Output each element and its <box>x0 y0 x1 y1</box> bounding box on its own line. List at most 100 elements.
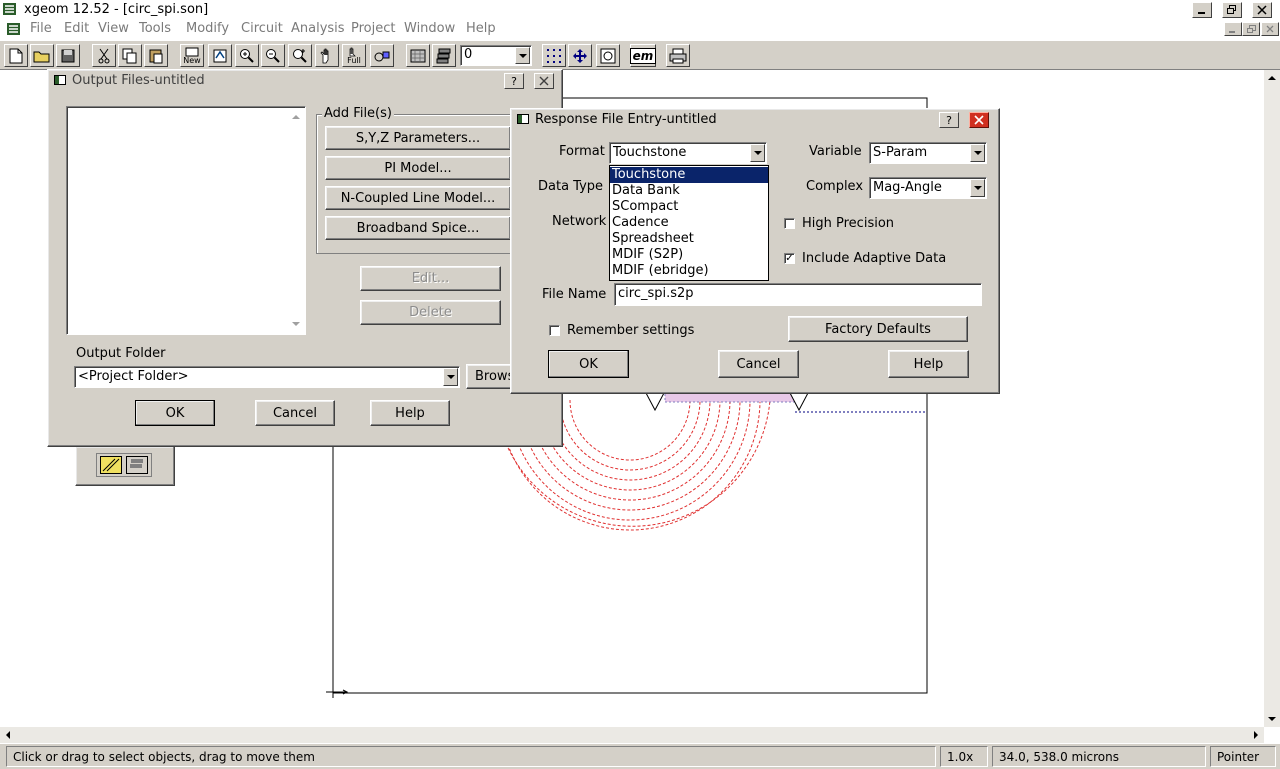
include-adaptive-checkbox[interactable]: ✓ <box>784 253 795 264</box>
save-icon[interactable] <box>56 44 80 67</box>
cut-icon[interactable] <box>92 44 116 67</box>
cells-icon[interactable] <box>370 44 394 67</box>
menu-window[interactable]: Window <box>404 21 455 36</box>
response-dialog-titlebar: Response File Entry-untitled ? <box>513 111 997 129</box>
format-option-scompact[interactable]: SCompact <box>610 199 768 215</box>
help-question-icon[interactable]: ? <box>504 73 524 89</box>
layer-fill-icon[interactable] <box>100 456 122 474</box>
layers-icon[interactable] <box>432 44 456 67</box>
output-cancel-button[interactable]: Cancel <box>255 400 335 426</box>
menu-help[interactable]: Help <box>466 21 496 36</box>
broadband-spice-button[interactable]: Broadband Spice... <box>325 216 511 240</box>
format-option-touchstone[interactable]: Touchstone <box>610 167 768 183</box>
factory-defaults-button[interactable]: Factory Defaults <box>788 316 968 342</box>
pi-model-button[interactable]: PI Model... <box>325 156 511 180</box>
format-option-spreadsheet[interactable]: Spreadsheet <box>610 231 768 247</box>
pan-hand-icon[interactable] <box>315 44 339 67</box>
grid-dots-icon[interactable] <box>542 44 566 67</box>
dialog-icon <box>54 75 66 85</box>
new-view-icon[interactable]: New <box>180 44 204 67</box>
menu-view[interactable]: View <box>98 21 129 36</box>
scroll-up-icon[interactable] <box>1264 70 1280 86</box>
complex-select[interactable]: Mag-Angle <box>869 177 987 199</box>
menu-file[interactable]: File <box>30 21 52 36</box>
mdi-minimize-icon[interactable] <box>1224 22 1242 36</box>
output-folder-select[interactable]: <Project Folder> <box>74 366 460 388</box>
grid-icon[interactable] <box>406 44 430 67</box>
mdi-close-icon[interactable] <box>1261 22 1279 36</box>
high-precision-label: High Precision <box>802 216 895 231</box>
document-icon[interactable] <box>6 21 22 37</box>
output-help-button[interactable]: Help <box>370 400 450 426</box>
app-icon[interactable] <box>2 1 18 17</box>
response-dialog-title: Response File Entry-untitled <box>535 112 717 127</box>
file-name-label: File Name <box>542 287 607 302</box>
format-chevron-down-icon[interactable] <box>750 144 765 162</box>
app-title: xgeom 12.52 - [circ_spi.son] <box>24 2 209 17</box>
app-title-bar: xgeom 12.52 - [circ_spi.son] <box>0 0 1280 19</box>
scroll-down-icon[interactable] <box>1264 711 1280 727</box>
vertical-scrollbar[interactable] <box>1264 70 1280 727</box>
format-option-mdif-ebridge[interactable]: MDIF (ebridge) <box>610 263 768 279</box>
format-option-mdif-s2p[interactable]: MDIF (S2P) <box>610 247 768 263</box>
level-select[interactable]: 0 <box>460 45 532 66</box>
full-view-icon[interactable]: Full <box>342 44 366 67</box>
variable-chevron-down-icon[interactable] <box>970 144 985 162</box>
complex-value: Mag-Angle <box>873 180 942 195</box>
chevron-down-icon[interactable] <box>515 47 530 64</box>
high-precision-checkbox[interactable] <box>784 218 795 229</box>
format-select[interactable]: Touchstone <box>609 142 767 164</box>
zoom-box-icon[interactable] <box>288 44 312 67</box>
paste-icon[interactable] <box>144 44 168 67</box>
level-value: 0 <box>464 47 473 62</box>
circle-select-icon[interactable] <box>596 44 620 67</box>
scroll-left-icon[interactable] <box>0 727 16 743</box>
move-arrows-icon[interactable] <box>568 44 592 67</box>
menu-tools[interactable]: Tools <box>139 21 171 36</box>
new-file-icon[interactable] <box>4 44 28 67</box>
include-adaptive-label: Include Adaptive Data <box>802 251 947 266</box>
minimize-icon[interactable] <box>1192 2 1212 18</box>
zoom-in-icon[interactable] <box>235 44 259 67</box>
layer-palette <box>75 446 175 486</box>
dialog-close-icon[interactable] <box>534 73 554 89</box>
format-option-data-bank[interactable]: Data Bank <box>610 183 768 199</box>
response-help-button[interactable]: Help <box>888 350 969 378</box>
copy-icon[interactable] <box>118 44 142 67</box>
format-option-cadence[interactable]: Cadence <box>610 215 768 231</box>
rotate-icon[interactable] <box>208 44 232 67</box>
output-ok-button[interactable]: OK <box>135 400 215 426</box>
menu-analysis[interactable]: Analysis <box>291 21 345 36</box>
syz-parameters-button[interactable]: S,Y,Z Parameters... <box>325 126 511 150</box>
open-folder-icon[interactable] <box>30 44 54 67</box>
print-icon[interactable] <box>666 44 690 67</box>
menu-project[interactable]: Project <box>351 21 395 36</box>
list-scrollbar[interactable] <box>288 108 304 333</box>
output-files-list[interactable] <box>66 106 306 335</box>
close-icon[interactable] <box>1252 2 1272 18</box>
edit-button[interactable]: Edit... <box>360 266 501 291</box>
format-dropdown-list[interactable]: Touchstone Data Bank SCompact Cadence Sp… <box>609 165 769 281</box>
em-label: em <box>629 47 657 64</box>
layer-stack-icon[interactable] <box>126 456 148 474</box>
file-name-input[interactable]: circ_spi.s2p <box>614 283 982 306</box>
menu-circuit[interactable]: Circuit <box>241 21 283 36</box>
delete-button[interactable]: Delete <box>360 300 501 325</box>
menu-edit[interactable]: Edit <box>64 21 89 36</box>
response-help-question-icon[interactable]: ? <box>939 112 959 128</box>
scroll-right-icon[interactable] <box>1248 727 1264 743</box>
folder-chevron-down-icon[interactable] <box>443 368 458 386</box>
complex-chevron-down-icon[interactable] <box>970 179 985 197</box>
menu-modify[interactable]: Modify <box>186 21 229 36</box>
n-coupled-line-model-button[interactable]: N-Coupled Line Model... <box>325 186 511 210</box>
response-ok-button[interactable]: OK <box>548 350 629 378</box>
remember-settings-checkbox[interactable] <box>549 325 560 336</box>
response-cancel-button[interactable]: Cancel <box>718 350 799 378</box>
variable-select[interactable]: S-Param <box>869 142 987 164</box>
mdi-restore-icon[interactable] <box>1242 22 1260 36</box>
zoom-out-icon[interactable] <box>261 44 285 67</box>
em-simulate-icon[interactable]: em <box>629 44 657 67</box>
restore-icon[interactable] <box>1222 2 1242 18</box>
response-close-icon[interactable] <box>969 112 989 128</box>
horizontal-scrollbar[interactable] <box>0 727 1264 743</box>
